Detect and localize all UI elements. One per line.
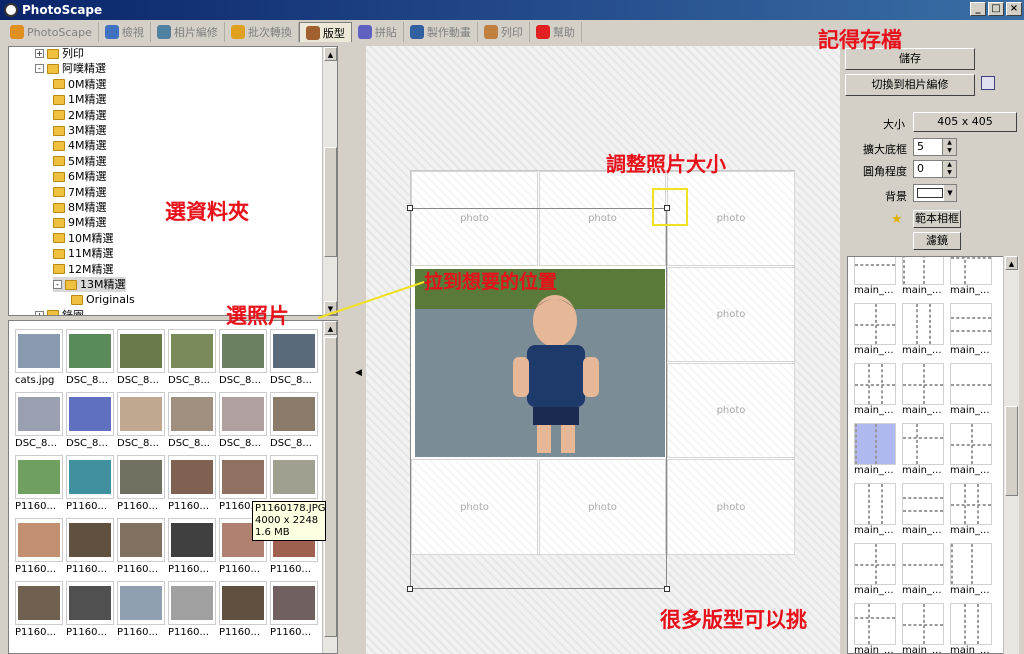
annotation-arrow [317, 281, 425, 319]
